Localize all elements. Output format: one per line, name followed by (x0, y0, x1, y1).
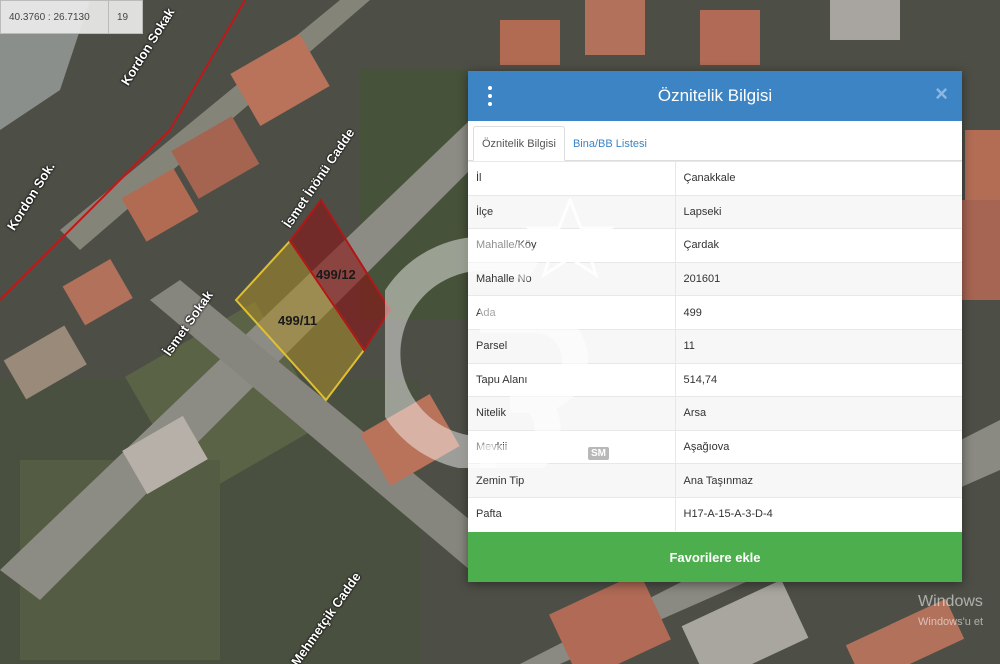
attribute-row: İl Çanakkale (468, 161, 962, 196)
parcel-label-selected[interactable]: 499/12 (316, 267, 356, 282)
windows-watermark-line2: Windows'u et (918, 616, 984, 628)
attribute-key: İl (468, 161, 676, 196)
attribute-value: 11 (675, 328, 962, 364)
zoom-level: 19 (117, 11, 129, 23)
panel-title: Öznitelik Bilgisi (657, 86, 773, 105)
more-vertical-icon[interactable] (486, 86, 494, 106)
close-icon[interactable]: × (935, 83, 948, 105)
attribute-row: Mevkii Aşağıova (468, 429, 962, 464)
attribute-row: Mahalle No 201601 (468, 261, 962, 296)
coordinate-readout: 40.3760 : 26.7130 19 (0, 0, 143, 34)
attribute-key: Ada (468, 295, 676, 330)
attribute-value: 201601 (675, 261, 962, 296)
add-favorite-button[interactable]: Favorilere ekle (468, 532, 962, 582)
tab-bar: Öznitelik Bilgisi Bina/BB Listesi (468, 121, 962, 161)
attribute-key: Mevkii (468, 429, 676, 464)
attribute-row: Nitelik Arsa (468, 396, 962, 431)
attribute-key: İlçe (468, 194, 676, 229)
parcel-label-adjacent[interactable]: 499/11 (278, 313, 317, 328)
tab-building-list[interactable]: Bina/BB Listesi (565, 126, 655, 161)
attribute-value: 514,74 (675, 362, 962, 397)
attribute-row: Parsel 11 (468, 328, 962, 364)
attribute-info-panel: Öznitelik Bilgisi × Öznitelik Bilgisi Bi… (468, 71, 962, 582)
attribute-value: Aşağıova (675, 429, 962, 464)
attribute-row: Zemin Tip Ana Taşınmaz (468, 463, 962, 498)
attribute-row: İlçe Lapseki (468, 194, 962, 229)
attribute-value: Arsa (675, 396, 962, 431)
windows-activation-watermark: Windows Windows'u et (918, 592, 983, 632)
attribute-table: İl Çanakkale İlçe Lapseki Mahalle/Köy Çardak M… (468, 161, 962, 532)
attribute-value: Ana Taşınmaz (675, 463, 962, 498)
attribute-key: Zemin Tip (468, 463, 676, 498)
attribute-row: Tapu Alanı 514,74 (468, 362, 962, 397)
attribute-key: Nitelik (468, 396, 676, 431)
windows-watermark-line1: Windows (918, 593, 983, 610)
attribute-value: Çanakkale (675, 161, 962, 196)
attribute-value: H17-A-15-A-3-D-4 (675, 496, 962, 532)
attribute-key: Tapu Alanı (468, 362, 676, 397)
attribute-key: Mahalle/Köy (468, 228, 676, 263)
attribute-value: Çardak (675, 228, 962, 263)
attribute-key: Mahalle No (468, 261, 676, 296)
attribute-key: Parsel (468, 328, 676, 364)
attribute-key: Pafta (468, 496, 676, 532)
attribute-row: Mahalle/Köy Çardak (468, 228, 962, 263)
attribute-row: Ada 499 (468, 295, 962, 330)
attribute-value: 499 (675, 295, 962, 330)
attribute-value: Lapseki (675, 194, 962, 229)
tab-attribute-info[interactable]: Öznitelik Bilgisi (473, 126, 565, 161)
coordinate-value: 40.3760 : 26.7130 (1, 1, 109, 33)
trademark-badge: SM (588, 447, 609, 460)
attribute-row: Pafta H17-A-15-A-3-D-4 (468, 496, 962, 532)
panel-header: Öznitelik Bilgisi × (468, 71, 962, 121)
